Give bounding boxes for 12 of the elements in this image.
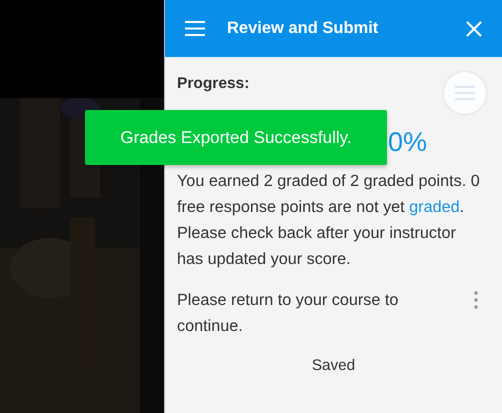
- close-icon[interactable]: [466, 20, 482, 36]
- return-note: Please return to your course to continue.: [177, 290, 400, 337]
- header-title: Review and Submit: [227, 19, 380, 38]
- menu-icon: [455, 86, 475, 100]
- graded-link[interactable]: graded: [409, 198, 460, 216]
- save-status: Saved: [312, 357, 356, 374]
- menu-icon[interactable]: [185, 21, 205, 36]
- progress-percent: 0%: [388, 127, 428, 158]
- success-toast: Grades Exported Successfully.: [85, 110, 387, 165]
- more-icon[interactable]: [474, 291, 478, 309]
- progress-label: Progress:: [177, 75, 250, 93]
- score-summary: You earned 2 graded of 2 graded points. 0 free response points are not yet graded. Please check back after your instructor has updated your score.: [177, 171, 480, 270]
